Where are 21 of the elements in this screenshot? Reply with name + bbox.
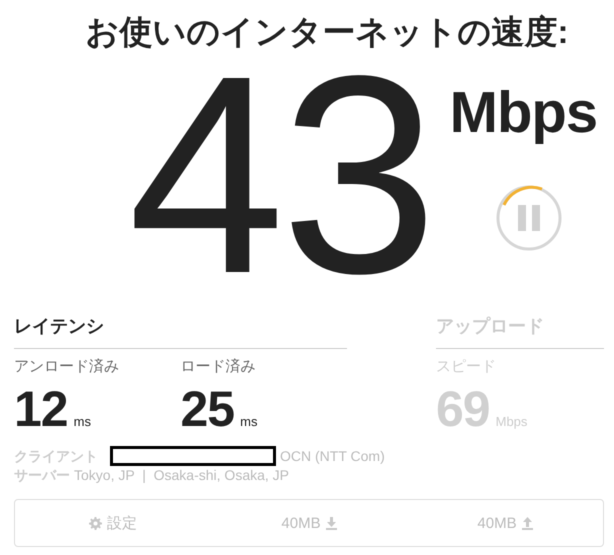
progress-ring	[496, 186, 562, 250]
metric-unit: ms	[240, 414, 258, 429]
metric-value: 12	[14, 382, 68, 436]
server-locations: Tokyo, JP | Osaka-shi, Osaka, JP	[74, 466, 290, 485]
speed-unit: Mbps	[450, 83, 598, 143]
upload-icon	[522, 516, 533, 530]
client-isp: OCN (NTT Com)	[280, 446, 385, 466]
pause-icon	[518, 205, 540, 231]
speed-value: 43	[128, 55, 434, 295]
section-heading: レイテンシ	[14, 310, 347, 349]
metric-value: 25	[180, 382, 234, 436]
pause-button[interactable]	[496, 185, 562, 251]
metric-label: ロード済み	[180, 357, 256, 376]
download-icon	[326, 516, 337, 530]
metric-unit: ms	[74, 414, 91, 429]
gear-icon	[89, 516, 102, 530]
metric-label: アンロード済み	[14, 357, 119, 376]
upload-button[interactable]: 40MB	[473, 510, 537, 536]
settings-button[interactable]: 設定	[85, 510, 141, 536]
download-button[interactable]: 40MB	[277, 510, 341, 536]
page-title: お使いのインターネットの速度:	[84, 12, 570, 52]
